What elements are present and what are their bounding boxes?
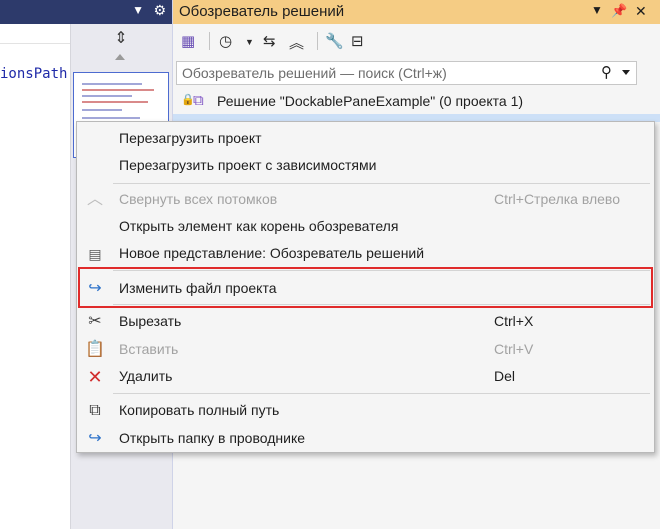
menu-item-collapse-descendants[interactable]: ︿ Свернуть всех потомков Ctrl+Стрелка вл… xyxy=(77,186,654,213)
pending-changes-filter-icon[interactable]: ◷ xyxy=(219,32,232,50)
scissors-icon: ✂ xyxy=(88,313,102,330)
solution-label: Решение "DockablePaneExample" (0 проекта… xyxy=(217,93,524,109)
editor-navigation-bar[interactable] xyxy=(0,24,70,44)
menu-item-copy-full-path[interactable]: ⧉ Копировать полный путь xyxy=(77,397,654,424)
menu-item-new-solution-explorer-view[interactable]: ▤ Новое представление: Обозреватель реше… xyxy=(77,240,654,267)
menu-separator xyxy=(113,393,650,394)
copy-icon: ⧉ xyxy=(89,402,101,419)
solution-tree-node[interactable]: 🔒 ⧉ Решение "DockablePaneExample" (0 про… xyxy=(173,90,660,112)
panel-title: Обозреватель решений xyxy=(179,3,345,20)
split-window-icon[interactable]: ⇕ xyxy=(71,28,171,50)
search-icon[interactable]: ⚲ xyxy=(601,63,612,81)
menu-item-paste[interactable]: 📋 Вставить Ctrl+V xyxy=(77,336,654,363)
scroll-up-arrow-icon[interactable] xyxy=(115,54,125,60)
pin-icon[interactable]: 📌 xyxy=(611,3,627,19)
solution-explorer-toolbar: ▦ ◷ ▼ ⇆ ︽ 🔧 ⊟ xyxy=(173,26,660,56)
highlight-box xyxy=(78,267,653,308)
solution-icon: ⧉ xyxy=(193,92,204,109)
filter-dropdown-icon[interactable]: ▼ xyxy=(245,37,254,47)
search-input[interactable] xyxy=(177,62,597,84)
gear-icon[interactable]: ⚙ xyxy=(153,2,166,19)
switch-views-icon[interactable]: ▦ xyxy=(181,32,195,50)
close-icon[interactable]: ✕ xyxy=(635,3,647,20)
menu-separator xyxy=(113,183,650,184)
properties-wrench-icon[interactable]: 🔧 xyxy=(325,32,344,50)
menu-item-delete[interactable]: ✕ Удалить Del xyxy=(77,363,654,390)
menu-item-open-in-explorer[interactable]: ↪ Открыть папку в проводнике xyxy=(77,425,654,452)
menu-item-reload-with-dependencies[interactable]: Перезагрузить проект с зависимостями xyxy=(77,152,654,179)
menu-item-reload-project[interactable]: Перезагрузить проект xyxy=(77,125,654,152)
search-options-dropdown-icon[interactable] xyxy=(622,70,630,75)
collapse-chevron-icon: ︿ xyxy=(86,191,103,208)
redo-arrow-icon: ↪ xyxy=(88,430,102,447)
collapse-all-icon[interactable]: ︽ xyxy=(289,32,304,53)
sync-active-document-icon[interactable]: ⇆ xyxy=(263,32,276,50)
paste-icon: 📋 xyxy=(85,341,105,358)
menu-item-cut[interactable]: ✂ Вырезать Ctrl+X xyxy=(77,308,654,335)
dropdown-arrow-icon[interactable]: ▼ xyxy=(132,3,144,17)
solution-explorer-title-bar[interactable]: Обозреватель решений ▼ 📌 ✕ xyxy=(173,0,660,24)
code-editor[interactable] xyxy=(0,24,70,529)
code-text: ionsPath xyxy=(0,66,68,82)
new-view-icon: ▤ xyxy=(88,246,102,262)
search-box[interactable]: ⚲ xyxy=(176,61,637,85)
editor-header-bar: ▼ ⚙ xyxy=(0,0,172,24)
preview-selected-items-icon[interactable]: ⊟ xyxy=(351,32,364,50)
menu-item-scope-to-this[interactable]: Открыть элемент как корень обозревателя xyxy=(77,213,654,240)
delete-x-icon: ✕ xyxy=(87,367,103,387)
context-menu: Перезагрузить проект Перезагрузить проек… xyxy=(76,121,655,453)
dropdown-arrow-icon[interactable]: ▼ xyxy=(591,3,603,17)
